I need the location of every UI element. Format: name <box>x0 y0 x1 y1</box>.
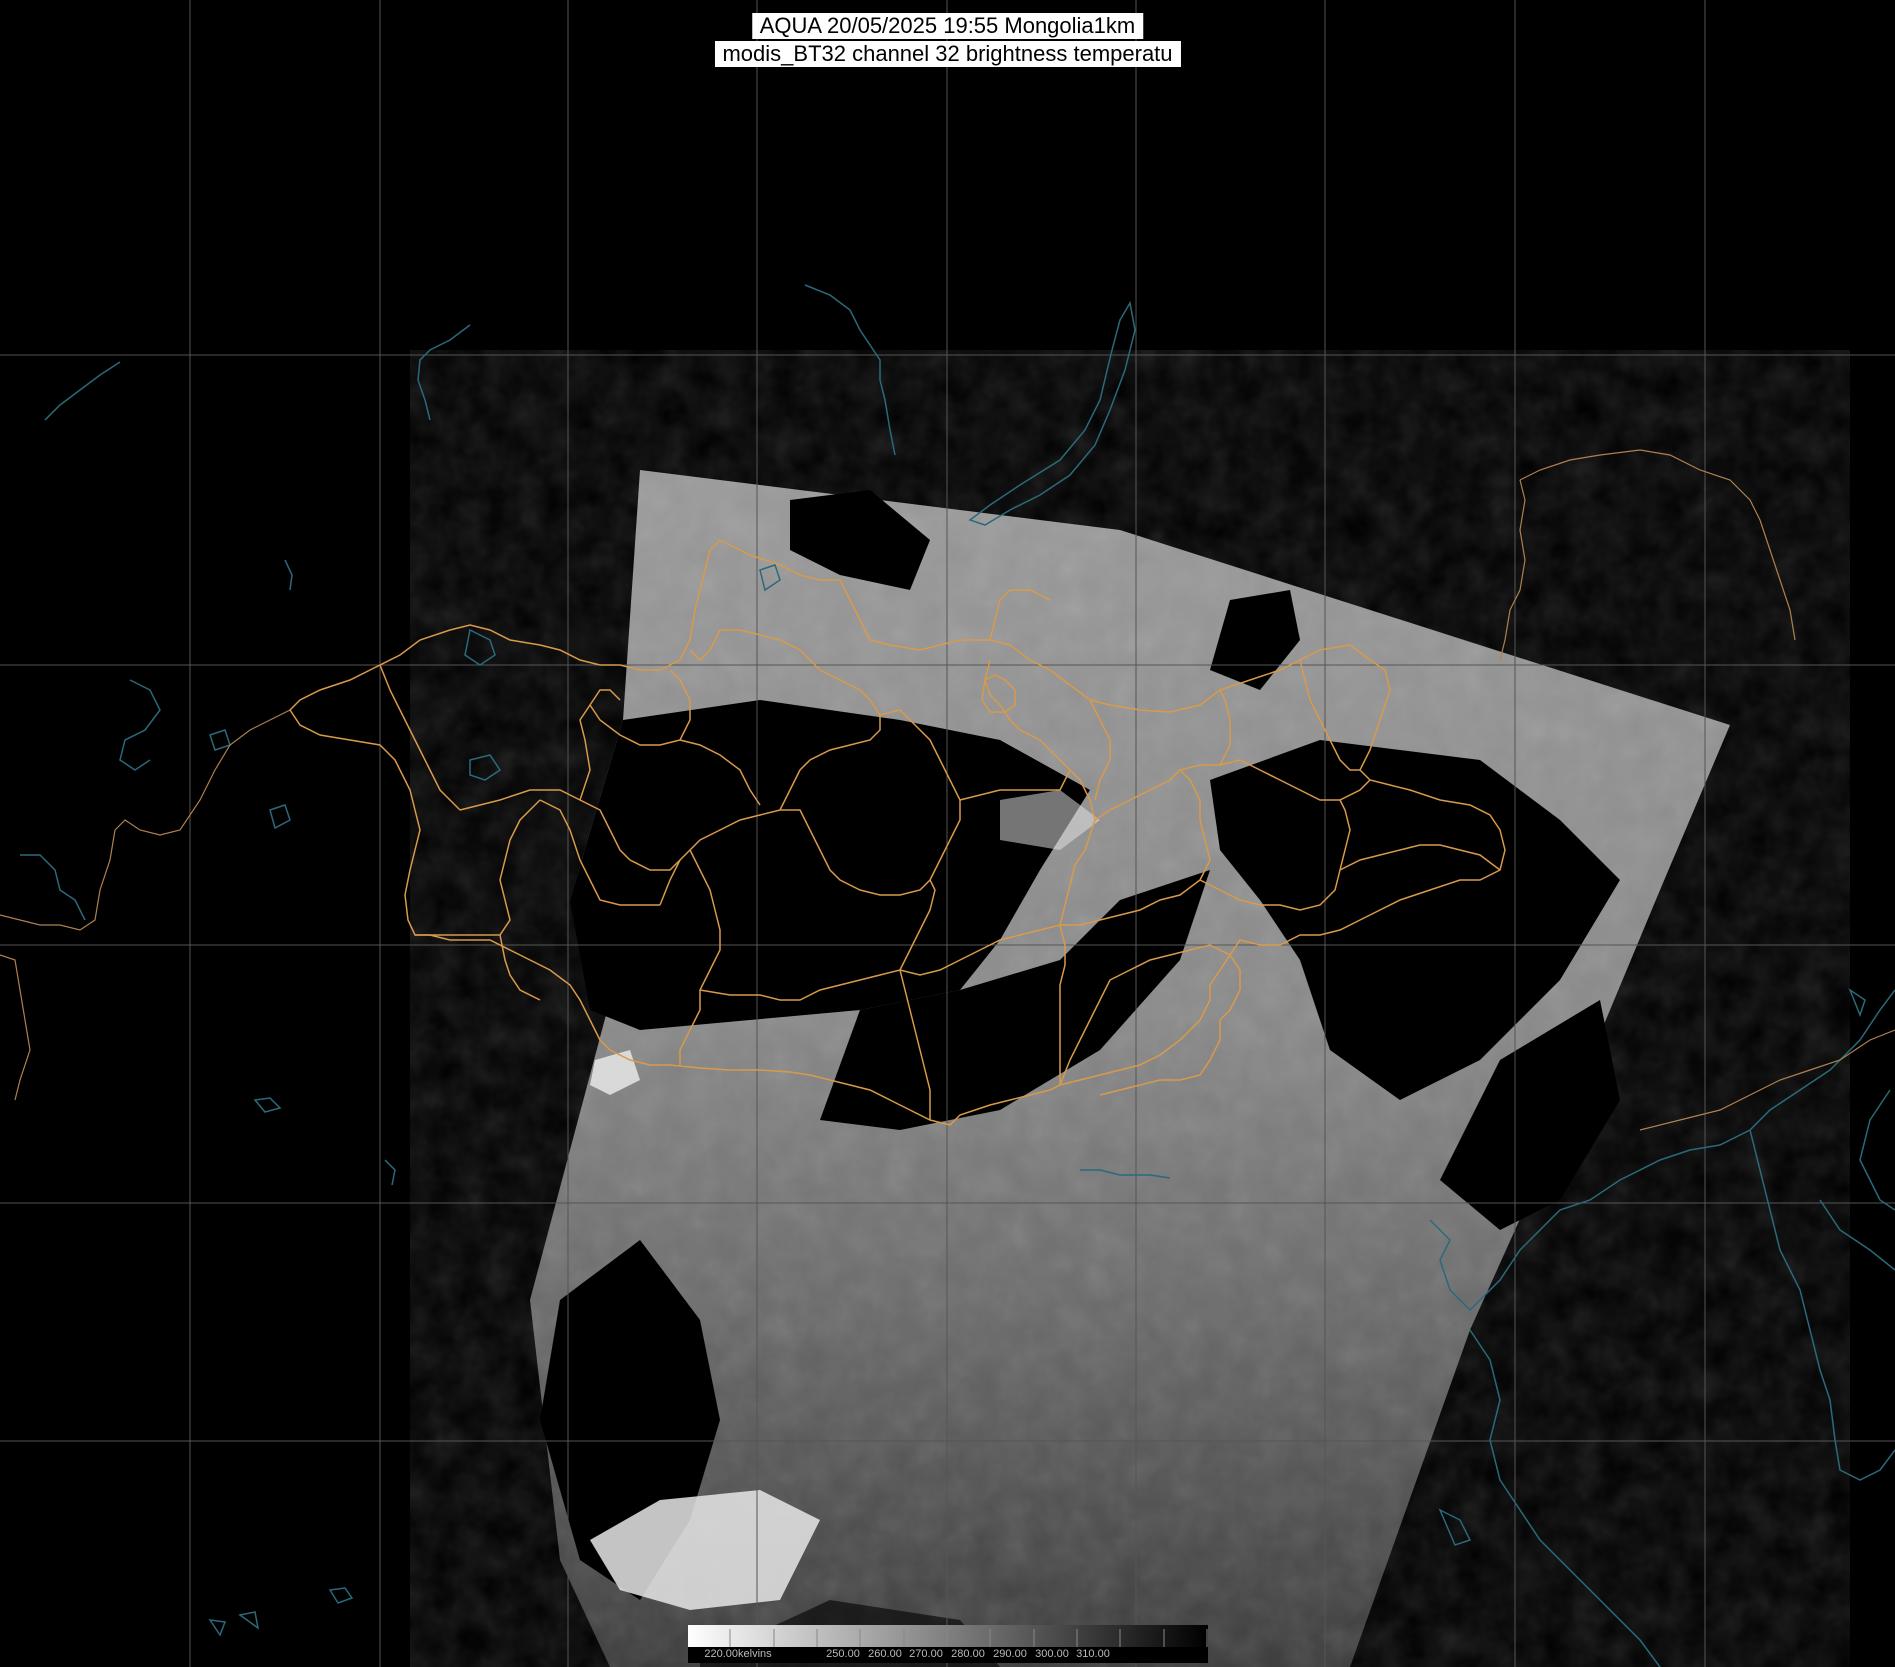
colorbar-labels: 220.00kelvins 250.00 260.00 270.00 280.0… <box>688 1647 1208 1663</box>
map-title: AQUA 20/05/2025 19:55 Mongolia1km <box>751 13 1144 39</box>
colorbar-tick-label: 300.00 <box>1035 1648 1069 1660</box>
map-subtitle: modis_BT32 channel 32 brightness tempera… <box>714 41 1181 67</box>
colorbar-tick-label: 270.00 <box>909 1648 943 1660</box>
colorbar-tick-label: 260.00 <box>868 1648 902 1660</box>
colorbar-unit-label: 220.00kelvins <box>704 1648 772 1660</box>
colorbar-legend: 220.00kelvins 250.00 260.00 270.00 280.0… <box>688 1625 1208 1663</box>
colorbar-tick-label: 310.00 <box>1076 1648 1110 1660</box>
satellite-map <box>0 0 1895 1667</box>
colorbar-tick-label: 280.00 <box>951 1648 985 1660</box>
colorbar-tick-label: 250.00 <box>826 1648 860 1660</box>
colorbar-gradient <box>688 1625 1208 1647</box>
colorbar-tick-label: 290.00 <box>993 1648 1027 1660</box>
